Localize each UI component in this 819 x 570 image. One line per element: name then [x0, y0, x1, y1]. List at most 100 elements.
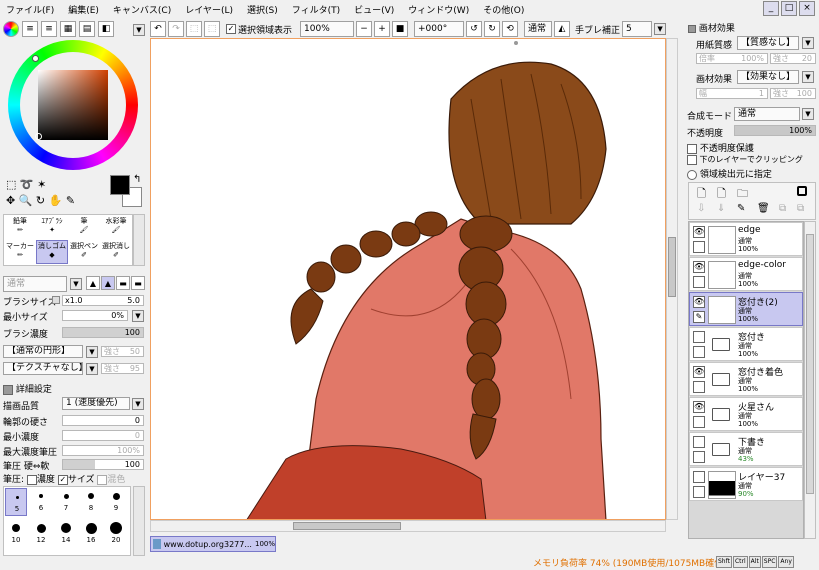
tool-grid-scrollbar[interactable] — [133, 214, 145, 266]
color-panel-menu-icon[interactable]: ▼ — [133, 24, 145, 36]
brush-shape-dropdown-icon[interactable]: ▼ — [86, 346, 98, 358]
menu-layer[interactable]: レイヤー(L) — [185, 3, 233, 16]
layer-item[interactable]: 👁 edge-color 通常 100% — [689, 257, 803, 291]
layer-visibility-icon[interactable] — [693, 436, 705, 448]
max-pressure-slider[interactable]: 100% — [62, 445, 144, 456]
delete-layer-icon[interactable]: 🗑 — [757, 203, 770, 214]
vertical-scroll-thumb[interactable] — [668, 237, 676, 297]
flatten-icon[interactable]: ⧉ — [797, 203, 804, 214]
paper-texture-select[interactable]: 【質感なし】 — [737, 36, 799, 50]
layer-item[interactable]: レイヤー37 通常 90% — [689, 467, 803, 501]
maximize-button[interactable]: □ — [781, 1, 797, 16]
pressure-size-checkbox[interactable]: ✓ — [57, 474, 68, 485]
angle-select[interactable]: +000° — [414, 21, 465, 37]
brush-size-preset[interactable]: 14 — [55, 520, 77, 548]
edge-hardness-slider[interactable]: 0 — [62, 415, 144, 426]
layer-visibility-icon[interactable] — [693, 471, 705, 483]
layer-visibility-icon[interactable] — [693, 331, 705, 343]
invert-selection-icon[interactable]: ⬚ — [204, 21, 220, 37]
new-layer-icon[interactable]: 🗋 — [697, 185, 706, 204]
canvas-vertical-scrollbar[interactable] — [666, 38, 678, 520]
detect-source-radio[interactable] — [687, 169, 697, 180]
detail-settings-header[interactable]: 詳細設定 — [3, 382, 52, 395]
new-folder-icon[interactable]: 🗀 — [737, 185, 748, 204]
layer-item[interactable]: 窓付き 通常 100% — [689, 327, 803, 361]
tool-watercolor[interactable]: 水彩筆 🖌 — [100, 215, 132, 239]
blend-mode-select[interactable]: 通常 — [734, 107, 800, 121]
menu-other[interactable]: その他(O) — [483, 3, 524, 16]
minimize-button[interactable]: _ — [763, 1, 779, 16]
edge-flat-icon[interactable]: ▬ — [131, 276, 145, 290]
brush-size-preset[interactable]: 10 — [5, 520, 27, 548]
brush-size-preset[interactable]: 5 — [5, 488, 27, 516]
paper-effect-dropdown-icon[interactable]: ▼ — [802, 71, 814, 83]
modifier-key-alt[interactable]: Alt — [748, 556, 761, 568]
close-button[interactable]: × — [799, 1, 815, 16]
rotate-right-icon[interactable]: ↻ — [484, 21, 501, 37]
brush-size-preset[interactable]: 6 — [30, 488, 52, 516]
canvas-horizontal-scrollbar[interactable] — [150, 520, 666, 532]
tool-pencil[interactable]: 鉛筆 ✏ — [4, 215, 36, 239]
quality-dropdown-icon[interactable]: ▼ — [132, 398, 144, 410]
opacity-slider[interactable]: 100% — [734, 125, 816, 136]
horizontal-scroll-thumb[interactable] — [293, 522, 401, 530]
new-linework-layer-icon[interactable]: 🗋 — [717, 185, 726, 204]
brush-size-preset[interactable]: 16 — [80, 520, 102, 548]
layer-list-scrollbar[interactable] — [804, 221, 816, 539]
min-size-slider[interactable]: 0% — [62, 310, 128, 321]
texture-dropdown-icon[interactable]: ▼ — [86, 363, 98, 375]
layer-lock-checkbox[interactable] — [693, 416, 705, 428]
pencil-icon[interactable]: ✎ — [693, 311, 705, 323]
transfer-down-icon[interactable]: ⇩ — [697, 203, 705, 214]
flip-mode-select[interactable]: 通常 — [524, 21, 553, 37]
deselect-icon[interactable]: ⬚ — [186, 21, 202, 37]
detail-collapse-icon[interactable] — [3, 384, 13, 395]
brush-mode-select[interactable]: 通常 — [3, 276, 67, 292]
layer-lock-checkbox[interactable] — [693, 451, 705, 463]
brush-size-preset[interactable]: 9 — [105, 488, 127, 516]
menu-file[interactable]: ファイル(F) — [6, 3, 54, 16]
layer-lock-checkbox[interactable] — [693, 346, 705, 358]
layer-visibility-icon[interactable]: 👁 — [693, 366, 705, 378]
pressure-density-checkbox[interactable] — [26, 474, 37, 485]
eyedropper-icon[interactable]: ✎ — [66, 194, 75, 207]
brush-mode-dropdown-icon[interactable]: ▼ — [70, 278, 82, 290]
modifier-key-any[interactable]: Any — [778, 556, 794, 568]
layer-mask-icon[interactable] — [797, 186, 807, 196]
saturation-value-square[interactable] — [38, 70, 108, 140]
selection-show-checkbox[interactable]: ✓ — [226, 24, 236, 34]
rotate-icon[interactable]: ↻ — [36, 194, 45, 207]
pressure-blend-checkbox[interactable] — [97, 474, 108, 485]
lasso-icon[interactable]: ➰ — [20, 178, 34, 191]
color-wheel[interactable] — [8, 40, 138, 170]
layer-lock-checkbox[interactable] — [693, 241, 705, 253]
brush-size-preset[interactable]: 20 — [105, 520, 127, 548]
rgb-slider-tab-icon[interactable]: ≡ — [22, 21, 38, 37]
clipping-checkbox[interactable] — [687, 154, 697, 165]
layer-lock-checkbox[interactable] — [693, 381, 705, 393]
scratchpad-tab-icon[interactable]: ◧ — [98, 21, 114, 37]
modifier-key-spc[interactable]: SPC — [761, 556, 778, 568]
rotate-reset-icon[interactable]: ⟲ — [502, 21, 519, 37]
color-palette-tab-icon[interactable]: ▦ — [60, 21, 76, 37]
clear-layer-icon[interactable]: ✎ — [737, 203, 745, 214]
paper-collapse-icon[interactable] — [688, 24, 696, 33]
layer-item[interactable]: 下書き 通常 43% — [689, 432, 803, 466]
zoom-select[interactable]: 100% — [300, 21, 355, 37]
menu-edit[interactable]: 編集(E) — [68, 3, 99, 16]
edge-medium-icon[interactable]: ▲ — [101, 276, 115, 290]
layer-item[interactable]: 👁 窓付き着色 通常 100% — [689, 362, 803, 396]
layer-visibility-icon[interactable]: 👁 — [693, 401, 705, 413]
tool-select-erase[interactable]: 選択消し ✐ — [100, 240, 132, 264]
brush-density-slider[interactable]: 100 — [62, 327, 144, 338]
quality-select[interactable]: 1 (速度優先) — [62, 397, 130, 410]
zoom-reset-icon[interactable]: ■ — [392, 21, 409, 37]
min-density-slider[interactable]: 0 — [62, 430, 144, 441]
edge-soft-icon[interactable]: ▬ — [116, 276, 130, 290]
stabilizer-select[interactable]: 5 — [622, 21, 653, 37]
paper-strength-field[interactable]: 強さ 20 — [770, 53, 816, 64]
protect-opacity-option[interactable]: 不透明度保護 — [687, 141, 754, 154]
brush-size-preset[interactable]: 7 — [55, 488, 77, 516]
modifier-key-ctrl[interactable]: Ctrl — [732, 556, 748, 568]
swatch-tab-icon[interactable]: ▤ — [79, 21, 95, 37]
